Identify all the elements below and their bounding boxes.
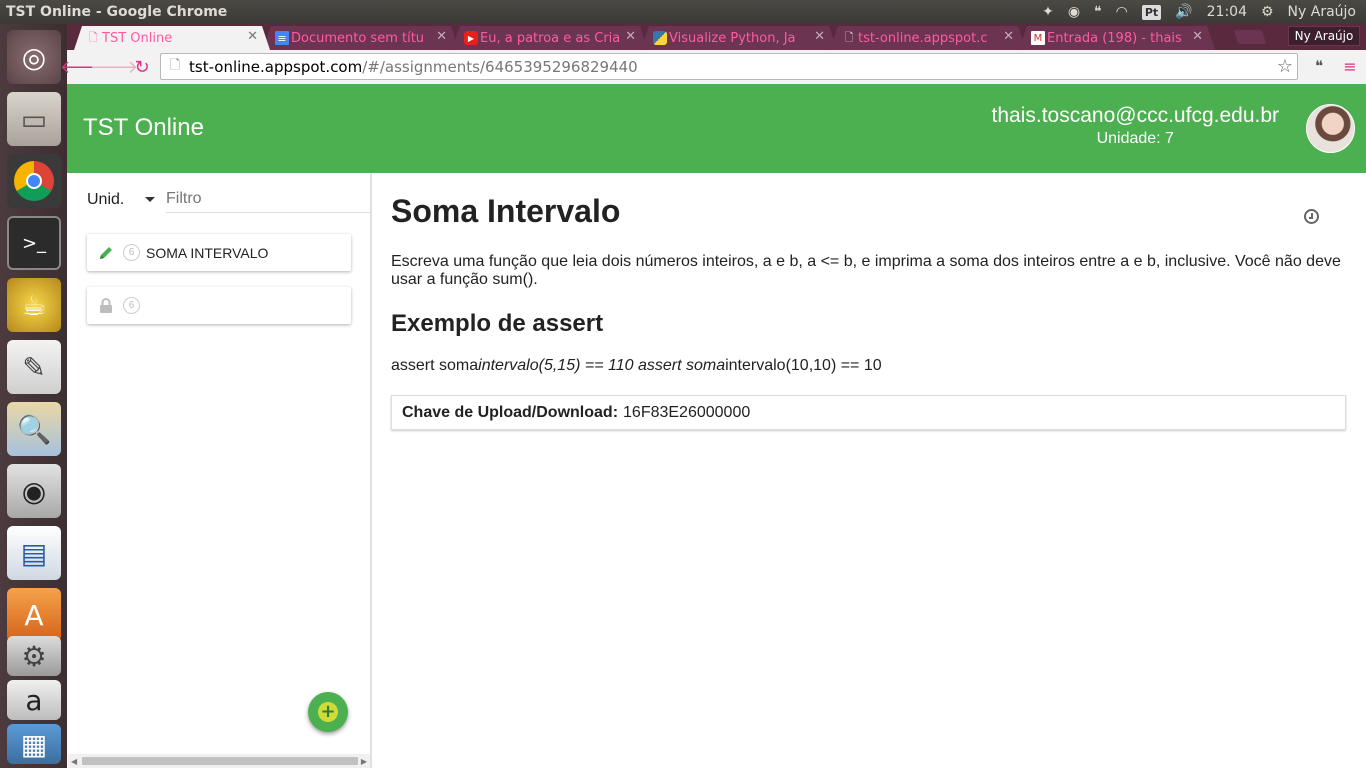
unit-badge: 6 xyxy=(123,244,140,261)
assignment-sidebar: Unid. 6 SOMA INTERVALO 6 + ◀ ▶ xyxy=(67,173,372,768)
close-tab-icon[interactable]: ✕ xyxy=(814,29,825,44)
tab-title: Documento sem títu xyxy=(291,30,425,46)
gmail-icon: M xyxy=(1031,31,1045,45)
extension-icon[interactable]: ❝ xyxy=(1309,56,1329,76)
assignment-item-locked[interactable]: 6 xyxy=(87,287,351,324)
close-tab-icon[interactable]: ✕ xyxy=(247,29,258,44)
tab-title: TST Online xyxy=(102,30,173,46)
profile-button[interactable]: Ny Araújo xyxy=(1288,26,1360,46)
teapot-icon[interactable]: ☕ xyxy=(7,278,61,332)
tab-tst-appspot[interactable]: 🗋 tst-online.appspot.c ✕ xyxy=(830,26,1026,50)
tab-title: Entrada (198) - thais xyxy=(1047,30,1182,46)
window-title: TST Online - Google Chrome xyxy=(6,4,228,20)
url-host: tst-online.appspot.com xyxy=(189,57,363,76)
python-icon xyxy=(653,31,667,45)
tab-title: Visualize Python, Ja xyxy=(669,30,796,46)
close-tab-icon[interactable]: ✕ xyxy=(436,29,447,44)
text-editor-icon[interactable]: ✎ xyxy=(7,340,61,394)
unity-launcher: ◎ ▭ >_ ☕ ✎ 🔍 ◉ ▤ A ⚙ a ▦ xyxy=(0,24,67,768)
tab-gmail[interactable]: M Entrada (198) - thais ✕ xyxy=(1019,26,1215,50)
page-info-icon[interactable]: 🗋 xyxy=(161,56,189,78)
page-icon: 🗋 xyxy=(88,30,98,44)
lock-icon xyxy=(97,297,115,314)
image-viewer-icon[interactable]: 🔍 xyxy=(7,402,61,456)
tab-strip: 🗋 TST Online ✕ ≡ Documento sem títu ✕ ▶ … xyxy=(74,26,1215,50)
tab-title: tst-online.appspot.c xyxy=(858,30,988,46)
tab-youtube[interactable]: ▶ Eu, a patroa e as Cria ✕ xyxy=(452,26,648,50)
assert-example: assert somaintervalo(5,15) == 110 assert… xyxy=(391,357,882,375)
clock[interactable]: 21:04 xyxy=(1207,4,1247,20)
upload-key-label: Chave de Upload/Download: xyxy=(402,403,619,421)
chat-icon[interactable]: ❝ xyxy=(1094,4,1102,20)
impress-icon[interactable]: ▤ xyxy=(7,526,61,580)
docs-icon: ≡ xyxy=(275,31,289,45)
dropbox-icon[interactable]: ✦ xyxy=(1042,4,1054,20)
session-user[interactable]: Ny Araújo xyxy=(1288,4,1356,20)
scroll-left-icon[interactable]: ◀ xyxy=(71,757,77,766)
gear-icon[interactable]: ⚙ xyxy=(1261,4,1274,20)
close-tab-icon[interactable]: ✕ xyxy=(625,29,636,44)
chrome-tray-icon[interactable]: ◉ xyxy=(1068,4,1080,20)
example-heading: Exemplo de assert xyxy=(391,310,604,337)
scroll-right-icon[interactable]: ▶ xyxy=(361,757,367,766)
upload-key-value[interactable]: 16F83E26000000 xyxy=(623,404,750,422)
tab-tst-online[interactable]: 🗋 TST Online ✕ xyxy=(74,26,270,50)
forward-icon[interactable]: 🡒 xyxy=(90,56,138,78)
avatar[interactable] xyxy=(1306,104,1355,153)
chrome-icon[interactable] xyxy=(7,154,61,208)
page-icon: 🗋 xyxy=(844,30,854,44)
url-path: /#/assignments/6465395296829440 xyxy=(362,57,638,76)
speaker-app-icon[interactable]: ◉ xyxy=(7,464,61,518)
system-top-bar: TST Online - Google Chrome ✦ ◉ ❝ ◠ Pt 🔊 … xyxy=(0,0,1366,24)
assert-part: assert soma xyxy=(391,357,479,374)
unit-select-value: Unid. xyxy=(87,191,125,208)
reload-icon[interactable]: ↻ xyxy=(131,56,153,78)
settings-icon[interactable]: ⚙ xyxy=(7,636,61,676)
close-tab-icon[interactable]: ✕ xyxy=(1192,29,1203,44)
assignment-item[interactable]: 6 SOMA INTERVALO xyxy=(87,234,351,271)
tab-python-tutor[interactable]: Visualize Python, Ja ✕ xyxy=(641,26,837,50)
unit-badge: 6 xyxy=(123,297,140,314)
user-email: thais.toscano@ccc.ufcg.edu.br xyxy=(991,104,1279,127)
unit-select[interactable]: Unid. xyxy=(87,187,155,213)
user-info: thais.toscano@ccc.ufcg.edu.br Unidade: 7 xyxy=(992,104,1279,148)
add-assignment-button[interactable]: + xyxy=(308,692,348,732)
assert-part-italic: intervalo(5,15) == 110 assert soma xyxy=(478,357,726,374)
terminal-icon[interactable]: >_ xyxy=(7,216,61,270)
volume-icon[interactable]: 🔊 xyxy=(1175,4,1192,20)
files-icon[interactable]: ▭ xyxy=(7,92,61,146)
amazon-icon[interactable]: a xyxy=(7,680,61,720)
plus-icon: + xyxy=(318,702,338,722)
assignment-description: Escreva uma função que leia dois números… xyxy=(391,253,1341,288)
address-bar[interactable]: 🗋 tst-online.appspot.com/#/assignments/6… xyxy=(160,53,1298,80)
workspaces-icon[interactable]: ▦ xyxy=(7,724,61,764)
app-brand[interactable]: TST Online xyxy=(83,114,204,142)
system-tray: ✦ ◉ ❝ ◠ Pt 🔊 21:04 ⚙ Ny Araújo xyxy=(1042,0,1356,24)
close-tab-icon[interactable]: ✕ xyxy=(1003,29,1014,44)
upload-key-box: Chave de Upload/Download: 16F83E26000000 xyxy=(391,395,1346,430)
filter-input[interactable] xyxy=(166,186,371,213)
software-center-icon[interactable]: A xyxy=(7,588,61,642)
current-unit: Unidade: 7 xyxy=(1096,130,1174,147)
bookmark-star-icon[interactable]: ☆ xyxy=(1277,56,1293,77)
tab-documento[interactable]: ≡ Documento sem títu ✕ xyxy=(263,26,459,50)
app-header: TST Online thais.toscano@ccc.ufcg.edu.br… xyxy=(67,84,1366,173)
chevron-down-icon xyxy=(145,197,155,202)
chrome-menu-icon[interactable]: ≡ xyxy=(1340,56,1360,76)
ubuntu-home-icon[interactable]: ◎ xyxy=(7,30,61,84)
youtube-icon: ▶ xyxy=(464,31,478,45)
assert-part: intervalo(10,10) == 10 xyxy=(725,357,882,374)
wifi-icon[interactable]: ◠ xyxy=(1116,4,1128,20)
keyboard-layout-indicator[interactable]: Pt xyxy=(1141,4,1162,20)
pencil-icon xyxy=(97,245,115,261)
horizontal-scrollbar[interactable]: ◀ ▶ xyxy=(68,754,370,768)
tab-title: Eu, a patroa e as Cria xyxy=(480,30,621,46)
page-title: Soma Intervalo xyxy=(391,193,621,229)
history-clock-icon[interactable] xyxy=(1304,209,1319,224)
new-tab-button[interactable] xyxy=(1233,30,1267,44)
assignment-detail: Soma Intervalo Escreva uma função que le… xyxy=(374,173,1366,768)
assignment-item-label: SOMA INTERVALO xyxy=(146,244,269,261)
scrollbar-thumb[interactable] xyxy=(82,757,358,765)
